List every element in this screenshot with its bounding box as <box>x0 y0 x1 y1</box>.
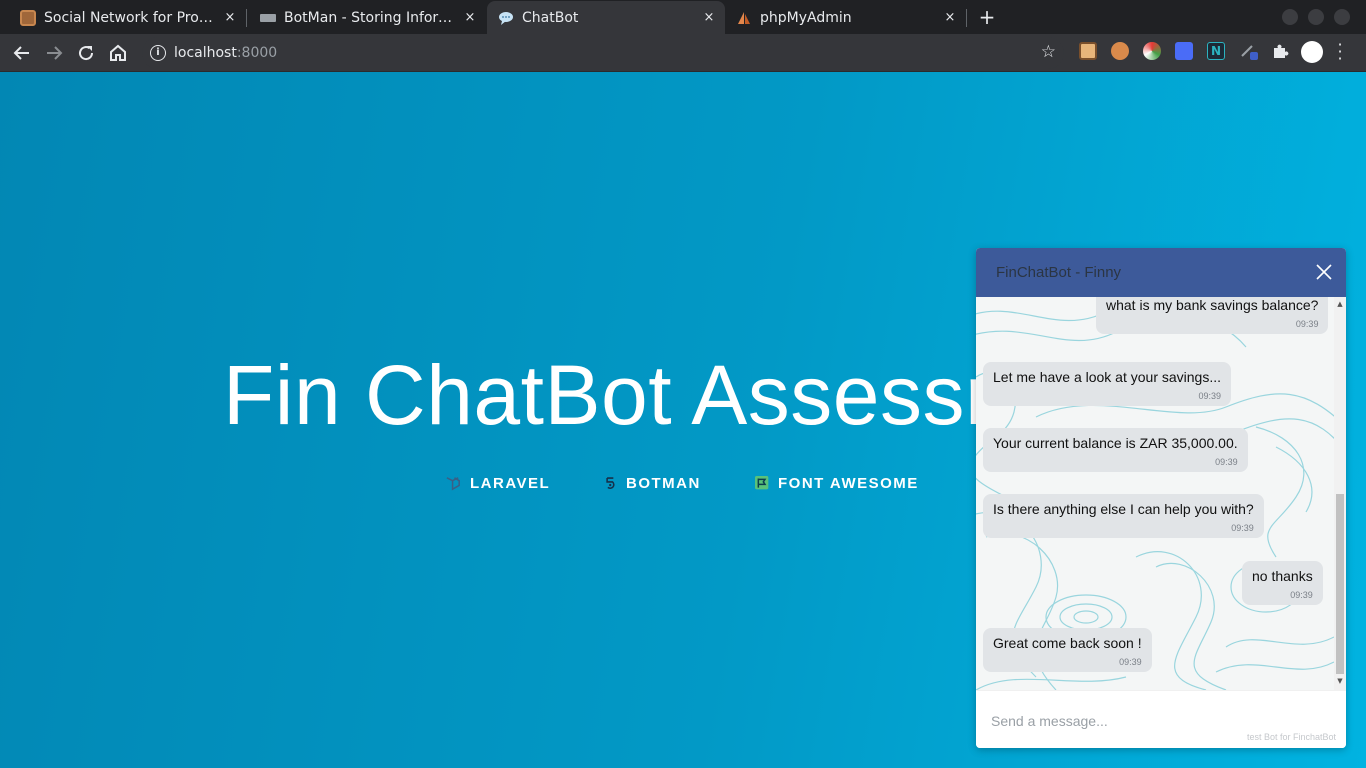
tab-phpmyadmin[interactable]: phpMyAdmin × <box>716 1 966 34</box>
tab-title: ChatBot <box>522 9 579 26</box>
tab-title: phpMyAdmin <box>760 9 852 26</box>
n-ext-icon[interactable]: N <box>1207 42 1225 60</box>
font-awesome-label: FONT AWESOME <box>778 475 919 492</box>
scroll-down-arrow-icon[interactable]: ▼ <box>1336 677 1344 685</box>
reload-button[interactable] <box>74 41 98 65</box>
botman-link[interactable]: BOTMAN <box>604 475 701 492</box>
chat-message-bot: Let me have a look at your savings... 09… <box>983 362 1232 406</box>
reload-icon <box>79 46 94 61</box>
message-text: Great come back soon ! <box>993 635 1142 651</box>
scroll-up-arrow-icon[interactable]: ▲ <box>1336 300 1344 308</box>
tab-botman-storing-information[interactable]: BotMan - Storing Information × <box>240 1 486 34</box>
close-icon[interactable]: × <box>940 10 960 25</box>
message-time: 09:39 <box>1231 523 1254 533</box>
message-time: 09:39 <box>1295 319 1319 329</box>
window-minimize-button[interactable] <box>1282 9 1298 25</box>
pen-ext-icon[interactable] <box>1240 42 1258 60</box>
message-text: Is there anything else I can help you wi… <box>993 501 1254 517</box>
chat-bubble-favicon-icon <box>498 10 514 26</box>
address-host: localhost <box>174 45 237 61</box>
close-icon[interactable]: × <box>220 10 240 25</box>
profile-avatar[interactable] <box>1301 41 1323 63</box>
tab-title: Social Network for Programmers <box>44 9 220 26</box>
laravel-icon <box>446 477 460 491</box>
font-awesome-flag-icon <box>755 476 769 490</box>
chat-footer: test Bot for FinchatBot <box>1246 732 1336 742</box>
chat-message-user: what is my bank savings balance? 09:39 <box>1096 297 1329 334</box>
back-button[interactable] <box>10 41 34 65</box>
message-text: what is my bank savings balance? <box>1106 297 1319 313</box>
sailboat-favicon-icon <box>736 10 752 26</box>
keyboard-favicon-icon <box>260 13 276 22</box>
tab-chatbot[interactable]: ChatBot × <box>487 1 725 34</box>
address-url: localhost:8000 <box>174 45 277 61</box>
link-ext-icon[interactable] <box>1175 42 1193 60</box>
box-favicon-icon <box>20 9 36 26</box>
tab-social-network[interactable]: Social Network for Programmers × <box>0 1 246 34</box>
browser-toolbar: i localhost:8000 ☆ <box>0 34 1366 72</box>
tab-title: BotMan - Storing Information <box>284 9 460 26</box>
site-info-icon[interactable]: i <box>150 45 166 61</box>
home-icon <box>110 44 126 61</box>
address-port: :8000 <box>236 45 278 61</box>
message-time: 09:39 <box>1215 457 1238 467</box>
message-time: 09:39 <box>1290 590 1313 600</box>
botman-label: BOTMAN <box>626 475 701 492</box>
tab-divider <box>966 9 967 27</box>
address-bar[interactable]: i localhost:8000 ☆ <box>142 37 1064 69</box>
chat-message-bot: Great come back soon ! 09:39 <box>983 628 1152 672</box>
window-close-button[interactable] <box>1334 9 1350 25</box>
swirl-ext-icon[interactable] <box>1143 42 1161 60</box>
chat-messages[interactable]: what is my bank savings balance? 09:39 L… <box>976 297 1334 690</box>
message-time: 09:39 <box>1198 391 1222 401</box>
chat-widget: FinChatBot - Finny what is my bank savin… <box>976 248 1346 748</box>
message-text: no thanks <box>1252 568 1313 584</box>
chat-header: FinChatBot - Finny <box>976 248 1346 297</box>
chat-message-bot: Your current balance is ZAR 35,000.00. 0… <box>983 428 1248 472</box>
message-input[interactable]: Send a message... <box>991 713 1108 729</box>
face-ext-icon[interactable] <box>1111 42 1129 60</box>
arrow-back-icon <box>13 46 29 60</box>
window-maximize-button[interactable] <box>1308 9 1324 25</box>
puzzle-ext-icon[interactable] <box>1271 42 1289 60</box>
chat-message-user: no thanks 09:39 <box>1242 561 1323 605</box>
laravel-label: LARAVEL <box>470 475 551 492</box>
page-viewport: Fin ChatBot Assessment LARAVEL BOTMAN FO… <box>0 72 1366 768</box>
bookmark-star-icon[interactable]: ☆ <box>1041 42 1056 62</box>
close-icon[interactable]: × <box>460 10 480 25</box>
message-text: Your current balance is ZAR 35,000.00. <box>993 435 1238 451</box>
chat-input-area[interactable]: Send a message... test Bot for FinchatBo… <box>976 690 1346 748</box>
close-icon[interactable] <box>1314 262 1334 282</box>
laravel-link[interactable]: LARAVEL <box>445 475 550 492</box>
chat-scrollbar[interactable]: ▲ ▼ <box>1334 297 1346 690</box>
forward-button[interactable] <box>42 41 66 65</box>
browser-menu-button[interactable]: · · · <box>1336 37 1344 67</box>
font-awesome-link[interactable]: FONT AWESOME <box>755 475 919 492</box>
chat-message-bot: Is there anything else I can help you wi… <box>983 494 1264 538</box>
box-ext-icon[interactable] <box>1079 42 1097 60</box>
botman-icon <box>606 477 615 490</box>
arrow-forward-icon <box>47 46 63 60</box>
tab-strip: Social Network for Programmers × BotMan … <box>0 0 1366 34</box>
home-button[interactable] <box>106 41 130 65</box>
new-tab-button[interactable]: + <box>976 5 998 29</box>
message-time: 09:39 <box>1119 657 1142 667</box>
chat-title: FinChatBot - Finny <box>996 264 1122 281</box>
message-text: Let me have a look at your savings... <box>993 369 1222 385</box>
scrollbar-thumb[interactable] <box>1336 494 1344 674</box>
